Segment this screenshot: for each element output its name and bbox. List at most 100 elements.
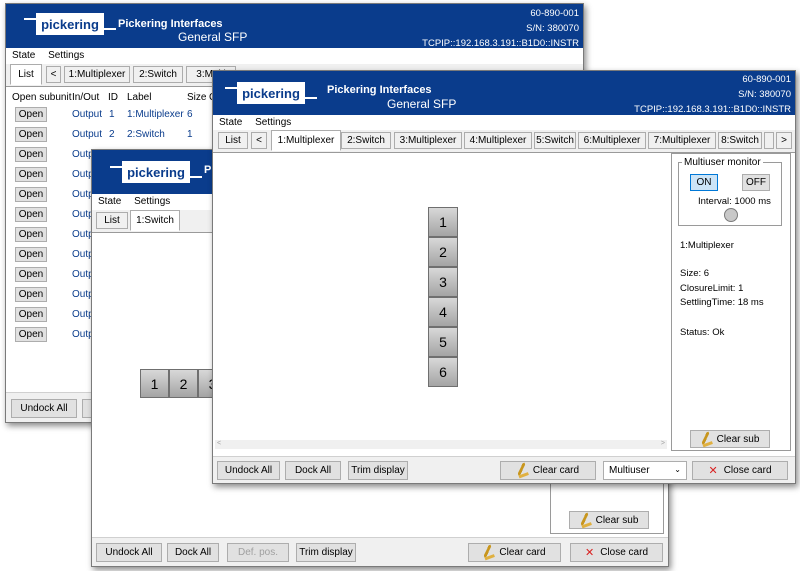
- clear-card-button[interactable]: Clear card: [500, 461, 596, 480]
- open-button[interactable]: Open: [15, 267, 47, 282]
- channel-button-3[interactable]: 3: [428, 267, 458, 297]
- broom-icon: [515, 462, 529, 479]
- row-size: 6: [187, 109, 193, 120]
- menubar: State Settings: [213, 117, 795, 130]
- tab-4-multiplexer[interactable]: 4:Multiplexer: [464, 132, 532, 149]
- dock-all-button[interactable]: Dock All: [167, 543, 219, 562]
- pickering-logo: pickering: [24, 13, 116, 35]
- open-button[interactable]: Open: [15, 147, 47, 162]
- menu-state[interactable]: State: [98, 196, 121, 207]
- tab-list[interactable]: List: [10, 64, 42, 85]
- scroll-left-arrow[interactable]: <: [217, 440, 221, 447]
- tab-scroll-right[interactable]: >: [776, 132, 792, 149]
- row-label: 1:Multiplexer: [127, 109, 184, 120]
- tab-7-multiplexer[interactable]: 7:Multiplexer: [648, 132, 716, 149]
- open-button[interactable]: Open: [15, 107, 47, 122]
- trim-display-button[interactable]: Trim display: [296, 543, 356, 562]
- serial-number: S/N: 380070: [526, 23, 579, 34]
- tab-1-multiplexer[interactable]: 1:Multiplexer: [64, 66, 130, 83]
- tab-scroll-left[interactable]: <: [46, 66, 61, 83]
- subunit-settling-time: SettlingTime: 18 ms: [680, 297, 764, 308]
- channel-button-5[interactable]: 5: [428, 327, 458, 357]
- pickering-logo: pickering: [110, 161, 202, 183]
- dock-all-button[interactable]: Dock All: [285, 461, 341, 480]
- undock-all-button[interactable]: Undock All: [96, 543, 162, 562]
- menu-settings[interactable]: Settings: [48, 50, 84, 61]
- open-button[interactable]: Open: [15, 187, 47, 202]
- broom-icon: [698, 431, 713, 447]
- row-size: 1: [187, 129, 193, 140]
- clear-sub-button[interactable]: Clear sub: [690, 430, 770, 448]
- open-button[interactable]: Open: [15, 287, 47, 302]
- card-info: 60-890-001 S/N: 380070 TCPIP::192.168.3.…: [422, 6, 579, 51]
- open-button[interactable]: Open: [15, 127, 47, 142]
- trim-display-button[interactable]: Trim display: [348, 461, 408, 480]
- clear-card-button[interactable]: Clear card: [468, 543, 561, 562]
- col-size: Size: [187, 92, 207, 103]
- open-button[interactable]: Open: [15, 247, 47, 262]
- mode-select-value: Multiuser: [609, 465, 650, 476]
- open-button[interactable]: Open: [15, 307, 47, 322]
- multiuser-monitor-title: Multiuser monitor: [682, 157, 763, 168]
- company-name: Pickering Interfaces: [118, 18, 223, 30]
- clear-card-label: Clear card: [499, 547, 546, 558]
- switch-button-2[interactable]: 2: [169, 369, 198, 398]
- tab-partial[interactable]: [764, 132, 774, 149]
- channel-button-6[interactable]: 6: [428, 357, 458, 387]
- tab-1-switch[interactable]: 1:Switch: [130, 210, 180, 231]
- open-button[interactable]: Open: [15, 227, 47, 242]
- resource-address: TCPIP::192.168.3.191::B1D0::INSTR: [634, 104, 791, 115]
- interval-knob[interactable]: [724, 208, 738, 222]
- tab-6-multiplexer[interactable]: 6:Multiplexer: [578, 132, 646, 149]
- close-card-button[interactable]: ✕ Close card: [692, 461, 788, 480]
- monitor-off-button[interactable]: OFF: [742, 174, 770, 191]
- scroll-right-arrow[interactable]: >: [661, 440, 665, 447]
- open-button[interactable]: Open: [15, 167, 47, 182]
- open-button[interactable]: Open: [15, 207, 47, 222]
- tab-scroll-left[interactable]: <: [251, 132, 267, 149]
- tab-list[interactable]: List: [96, 212, 128, 229]
- clear-sub-button[interactable]: Clear sub: [569, 511, 649, 529]
- channel-button-1[interactable]: 1: [428, 207, 458, 237]
- subunit-status: Status: Ok: [680, 327, 725, 338]
- row-io: Output: [72, 129, 103, 140]
- channel-button-4[interactable]: 4: [428, 297, 458, 327]
- broom-icon: [481, 544, 496, 561]
- broom-icon: [577, 512, 592, 528]
- tab-1-multiplexer[interactable]: 1:Multiplexer: [271, 130, 341, 151]
- col-label: Label: [127, 92, 152, 103]
- mode-select[interactable]: Multiuser ⌄: [603, 461, 687, 480]
- menu-settings[interactable]: Settings: [134, 196, 170, 207]
- col-in-out: In/Out: [72, 92, 100, 103]
- tab-2-switch[interactable]: 2:Switch: [133, 66, 183, 83]
- open-button[interactable]: Open: [15, 327, 47, 342]
- company-name: Pickering Interfaces: [327, 84, 432, 96]
- tab-2-switch[interactable]: 2:Switch: [341, 132, 391, 149]
- undock-all-button[interactable]: Undock All: [217, 461, 280, 480]
- menu-state[interactable]: State: [12, 50, 35, 61]
- menu-state[interactable]: State: [219, 117, 242, 128]
- close-card-label: Close card: [723, 465, 772, 476]
- tab-5-switch[interactable]: 5:Switch: [534, 132, 576, 149]
- tab-8-switch[interactable]: 8:Switch: [718, 132, 762, 149]
- row-io: Output: [72, 109, 103, 120]
- horizontal-scrollbar[interactable]: < >: [215, 440, 667, 449]
- clear-sub-label: Clear sub: [595, 514, 639, 526]
- tab-list[interactable]: List: [218, 132, 248, 149]
- channel-button-2[interactable]: 2: [428, 237, 458, 267]
- tab-row: List < 1:Multiplexer 2:Switch 3:Multiple…: [213, 130, 795, 153]
- monitor-on-button[interactable]: ON: [690, 174, 718, 191]
- pickering-logo: pickering: [225, 82, 317, 104]
- def-pos-button[interactable]: Def. pos.: [227, 543, 289, 562]
- close-card-button[interactable]: ✕ Close card: [570, 543, 663, 562]
- switch-button-1[interactable]: 1: [140, 369, 169, 398]
- undock-all-button[interactable]: Undock All: [11, 399, 77, 418]
- model-number: 60-890-001: [530, 8, 579, 19]
- back-window-header: pickering Pickering Interfaces General S…: [6, 4, 583, 51]
- tab-3-multiplexer[interactable]: 3:Multiplexer: [394, 132, 462, 149]
- monitor-interval: Interval: 1000 ms: [698, 196, 771, 207]
- menu-settings[interactable]: Settings: [255, 117, 291, 128]
- clear-card-label: Clear card: [532, 465, 580, 476]
- front-footer: Undock All Dock All Trim display Clear c…: [213, 456, 795, 483]
- middle-footer: Undock All Dock All Def. pos. Trim displ…: [92, 537, 668, 566]
